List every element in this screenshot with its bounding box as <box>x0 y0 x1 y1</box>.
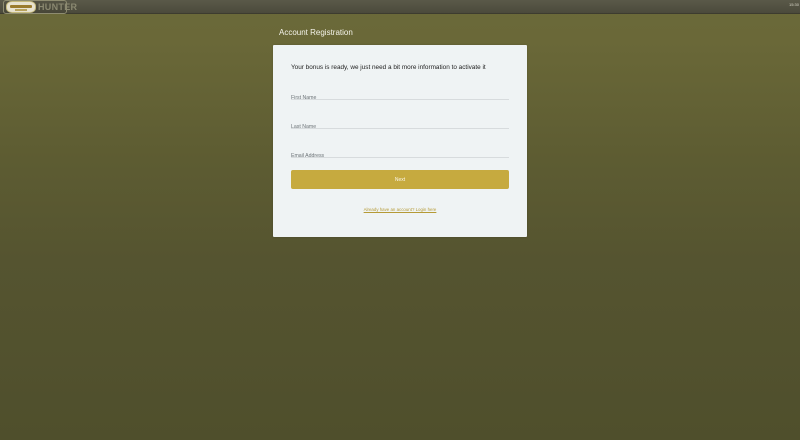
brand-logo[interactable]: HUNTER <box>3 0 77 14</box>
logo-badge-icon <box>6 1 36 13</box>
registration-card: Your bonus is ready, we just need a bit … <box>273 45 527 237</box>
last-name-field <box>291 115 509 134</box>
form-title: Your bonus is ready, we just need a bit … <box>291 64 486 71</box>
email-field <box>291 144 509 163</box>
first-name-input[interactable] <box>291 91 509 105</box>
logo-text: HUNTER <box>38 2 78 12</box>
email-input[interactable] <box>291 149 509 163</box>
first-name-field <box>291 86 509 105</box>
top-right-text: 15:30 <box>788 2 799 7</box>
page-title: Account Registration <box>279 28 353 37</box>
next-button[interactable]: Next <box>291 170 509 189</box>
last-name-input[interactable] <box>291 120 509 134</box>
top-bar: HUNTER 15:30 <box>0 0 800 14</box>
login-link[interactable]: Already have an account? Login here <box>273 207 527 212</box>
